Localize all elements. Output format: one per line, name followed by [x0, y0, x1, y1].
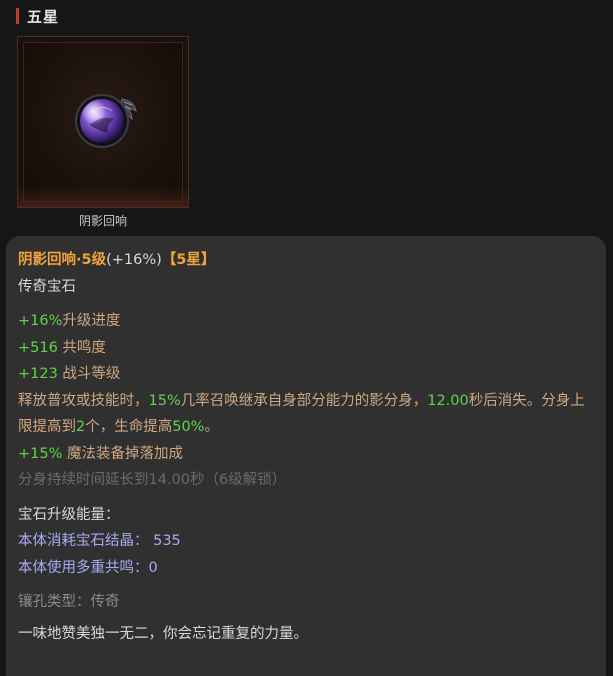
gem-title-line: 阴影回响·5级(+16%)【5星】	[18, 247, 594, 274]
gem-effect-description: 释放普攻或技能时，15%几率召唤继承自身部分能力的影分身，12.00秒后消失。分…	[18, 392, 585, 436]
stat-line: +16%升级进度	[18, 313, 121, 329]
socket-type-line: 镶孔类型：传奇	[18, 594, 120, 610]
energy-crystal-line: 本体消耗宝石结晶： 535	[18, 533, 181, 549]
energy-resonance-line: 本体使用多重共鸣：0	[18, 559, 158, 576]
gem-name: 阴影回响·5级	[18, 252, 107, 268]
energy-title: 宝石升级能量：	[18, 506, 120, 523]
section-title: 五星	[27, 7, 60, 26]
gem-slot[interactable]	[17, 36, 189, 208]
locked-bonus-line: 分身持续时间延长到14.00秒（6级解锁）	[18, 472, 287, 488]
section-header: 五星	[16, 6, 59, 26]
purple-shadow-gem-icon	[75, 94, 137, 148]
gem-tooltip: 阴影回响·5级(+16%)【5星】 传奇宝石 +16%升级进度 +516 共鸣度…	[6, 236, 606, 676]
gem-slot-glow	[18, 185, 188, 207]
gem-caption: 阴影回响	[78, 214, 127, 228]
magic-drop-line: +15% 魔法装备掉落加成	[18, 445, 183, 462]
section-accent-bar	[16, 8, 19, 24]
star-tag: 【5星】	[161, 252, 216, 268]
stat-line: +516 共鸣度	[18, 339, 106, 356]
stat-line: +123 战斗等级	[18, 366, 121, 382]
upgrade-percent: (+16%)	[106, 252, 162, 268]
flavor-text: 一味地赞美独一无二，你会忘记重复的力量。	[18, 625, 308, 642]
gem-detail-panel: 五星 阴影回响 阴影回响·5级(+16%)【5星】 传奇宝石 +16%升级进度 …	[0, 0, 613, 676]
gem-type: 传奇宝石	[18, 278, 76, 295]
